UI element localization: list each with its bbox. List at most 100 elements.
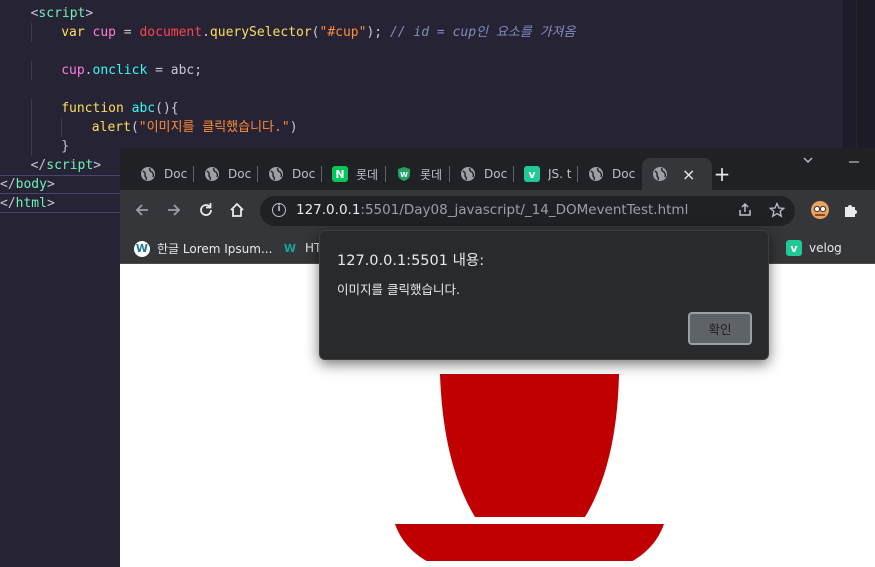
- code-token: abc: [131, 101, 156, 116]
- code-token: ): [289, 120, 298, 135]
- shield-icon: W: [396, 166, 412, 182]
- code-token: >: [46, 196, 55, 211]
- code-token: =: [115, 25, 140, 40]
- code-line[interactable]: cup.onclick = abc;: [0, 61, 575, 80]
- indent-guide: [30, 137, 32, 156]
- code-token: abc;: [170, 63, 203, 78]
- code-token: var: [61, 25, 85, 40]
- close-tab-icon[interactable]: ×: [682, 165, 695, 184]
- globe-icon: [140, 166, 156, 182]
- bookmark-star-icon[interactable]: [768, 201, 786, 222]
- tab-title: Doc: [228, 167, 252, 181]
- browser-tab[interactable]: Doc: [578, 158, 642, 190]
- bookmark-label: velog: [809, 241, 842, 255]
- share-icon[interactable]: [737, 202, 753, 222]
- indent-guide: [30, 61, 32, 80]
- indent-guide: [30, 99, 32, 118]
- tab-strip: Doc Doc Doc N 롯데 W 롯데 Doc v JS. t Doc × +: [120, 148, 875, 190]
- new-tab-button[interactable]: +: [710, 162, 734, 186]
- site-info-icon[interactable]: i: [272, 203, 286, 217]
- forward-button[interactable]: [164, 201, 184, 221]
- code-token: .: [84, 63, 93, 78]
- code-token: cup: [61, 63, 85, 78]
- bookmark-label: 한글 Lorem Ipsum...: [157, 242, 273, 256]
- tab-title: Doc: [292, 167, 316, 181]
- code-token: cup: [92, 25, 116, 40]
- code-token: document: [139, 25, 203, 40]
- globe-icon: [268, 166, 284, 182]
- extension-avatar-icon[interactable]: [810, 200, 830, 224]
- back-button[interactable]: [132, 201, 152, 221]
- code-token: >: [93, 158, 102, 173]
- back-arrow-icon: [135, 204, 148, 216]
- tab-search-chevron-icon[interactable]: [802, 154, 814, 169]
- forward-arrow-icon: [168, 204, 181, 216]
- code-line[interactable]: function abc(){: [0, 99, 575, 118]
- code-token: alert: [91, 120, 131, 135]
- reload-button[interactable]: [196, 201, 216, 221]
- bookmark-item[interactable]: W HT: [282, 240, 321, 256]
- browser-tab[interactable]: N 롯데: [322, 158, 386, 190]
- url-path: :5501/Day08_javascript/_14_DOMeventTest.…: [360, 202, 689, 218]
- browser-tab[interactable]: Doc: [258, 158, 322, 190]
- code-token: script: [38, 6, 86, 21]
- browser-tab[interactable]: v JS. t: [514, 158, 578, 190]
- address-bar[interactable]: i 127.0.0.1:5501/Day08_javascript/_14_DO…: [260, 196, 795, 226]
- indent-guide: [61, 118, 63, 137]
- code-token: body: [15, 177, 47, 192]
- code-token: // id = cup인 요소를 가져옴: [389, 25, 576, 40]
- cup-image[interactable]: [395, 374, 670, 561]
- code-token: >: [85, 6, 94, 21]
- browser-tab[interactable]: Doc: [130, 158, 194, 190]
- code-token: </: [0, 196, 16, 211]
- tab-title: Doc: [612, 167, 636, 181]
- url-host: 127.0.0.1: [296, 202, 361, 218]
- code-token: (){: [155, 101, 179, 116]
- bookmark-item[interactable]: W 한글 Lorem Ipsum...: [134, 240, 272, 257]
- editor-scrollbar[interactable]: [843, 0, 856, 148]
- code-token: script: [46, 158, 94, 173]
- code-line[interactable]: [0, 80, 575, 99]
- svg-text:W: W: [400, 171, 408, 179]
- code-token: =: [147, 63, 171, 78]
- extensions-puzzle-icon[interactable]: [842, 201, 860, 223]
- editor-minimap-edge: [857, 0, 875, 148]
- browser-toolbar: i 127.0.0.1:5501/Day08_javascript/_14_DO…: [120, 190, 875, 232]
- bookmark-item[interactable]: v velog: [786, 240, 842, 256]
- code-line[interactable]: [0, 42, 575, 61]
- browser-tab[interactable]: W 롯데: [386, 158, 450, 190]
- tab-title: Doc: [164, 167, 188, 181]
- url-text[interactable]: 127.0.0.1:5501/Day08_javascript/_14_DOMe…: [296, 202, 688, 218]
- code-token: </: [0, 177, 16, 192]
- wordpress-icon: W: [134, 240, 150, 257]
- code-line[interactable]: var cup = document.querySelector("#cup")…: [0, 23, 575, 42]
- home-button[interactable]: [227, 201, 247, 221]
- tab-title: JS. t: [548, 167, 572, 181]
- code-line[interactable]: alert("이미지를 클릭했습니다."): [0, 118, 575, 137]
- code-token: );: [366, 25, 390, 40]
- code-token: html: [15, 196, 47, 211]
- code-token: function: [61, 101, 124, 116]
- browser-tab[interactable]: Doc: [450, 158, 514, 190]
- code-token: >: [46, 177, 55, 192]
- reload-icon: [200, 203, 212, 216]
- w-logo-icon: W: [283, 241, 297, 255]
- browser-tab[interactable]: Doc: [194, 158, 258, 190]
- code-line[interactable]: <script>: [0, 4, 575, 23]
- editor-scrollbar-thumb[interactable]: [843, 0, 856, 148]
- code-token: (: [311, 25, 320, 40]
- home-icon: [230, 202, 244, 217]
- cup-saucer[interactable]: [395, 524, 664, 561]
- cup-body[interactable]: [440, 374, 619, 517]
- indent-guide: [30, 23, 32, 42]
- globe-icon: [588, 166, 604, 182]
- code-token: "이미지를 클릭했습니다.": [138, 120, 290, 135]
- tab-title: 롯데: [356, 167, 379, 182]
- minimize-window-button[interactable]: [848, 152, 860, 169]
- dialog-title: 127.0.0.1:5501 내용:: [337, 253, 485, 269]
- ok-button[interactable]: 확인: [688, 312, 752, 345]
- code-token: "#cup": [319, 25, 367, 40]
- browser-tab[interactable]: ×: [642, 158, 712, 190]
